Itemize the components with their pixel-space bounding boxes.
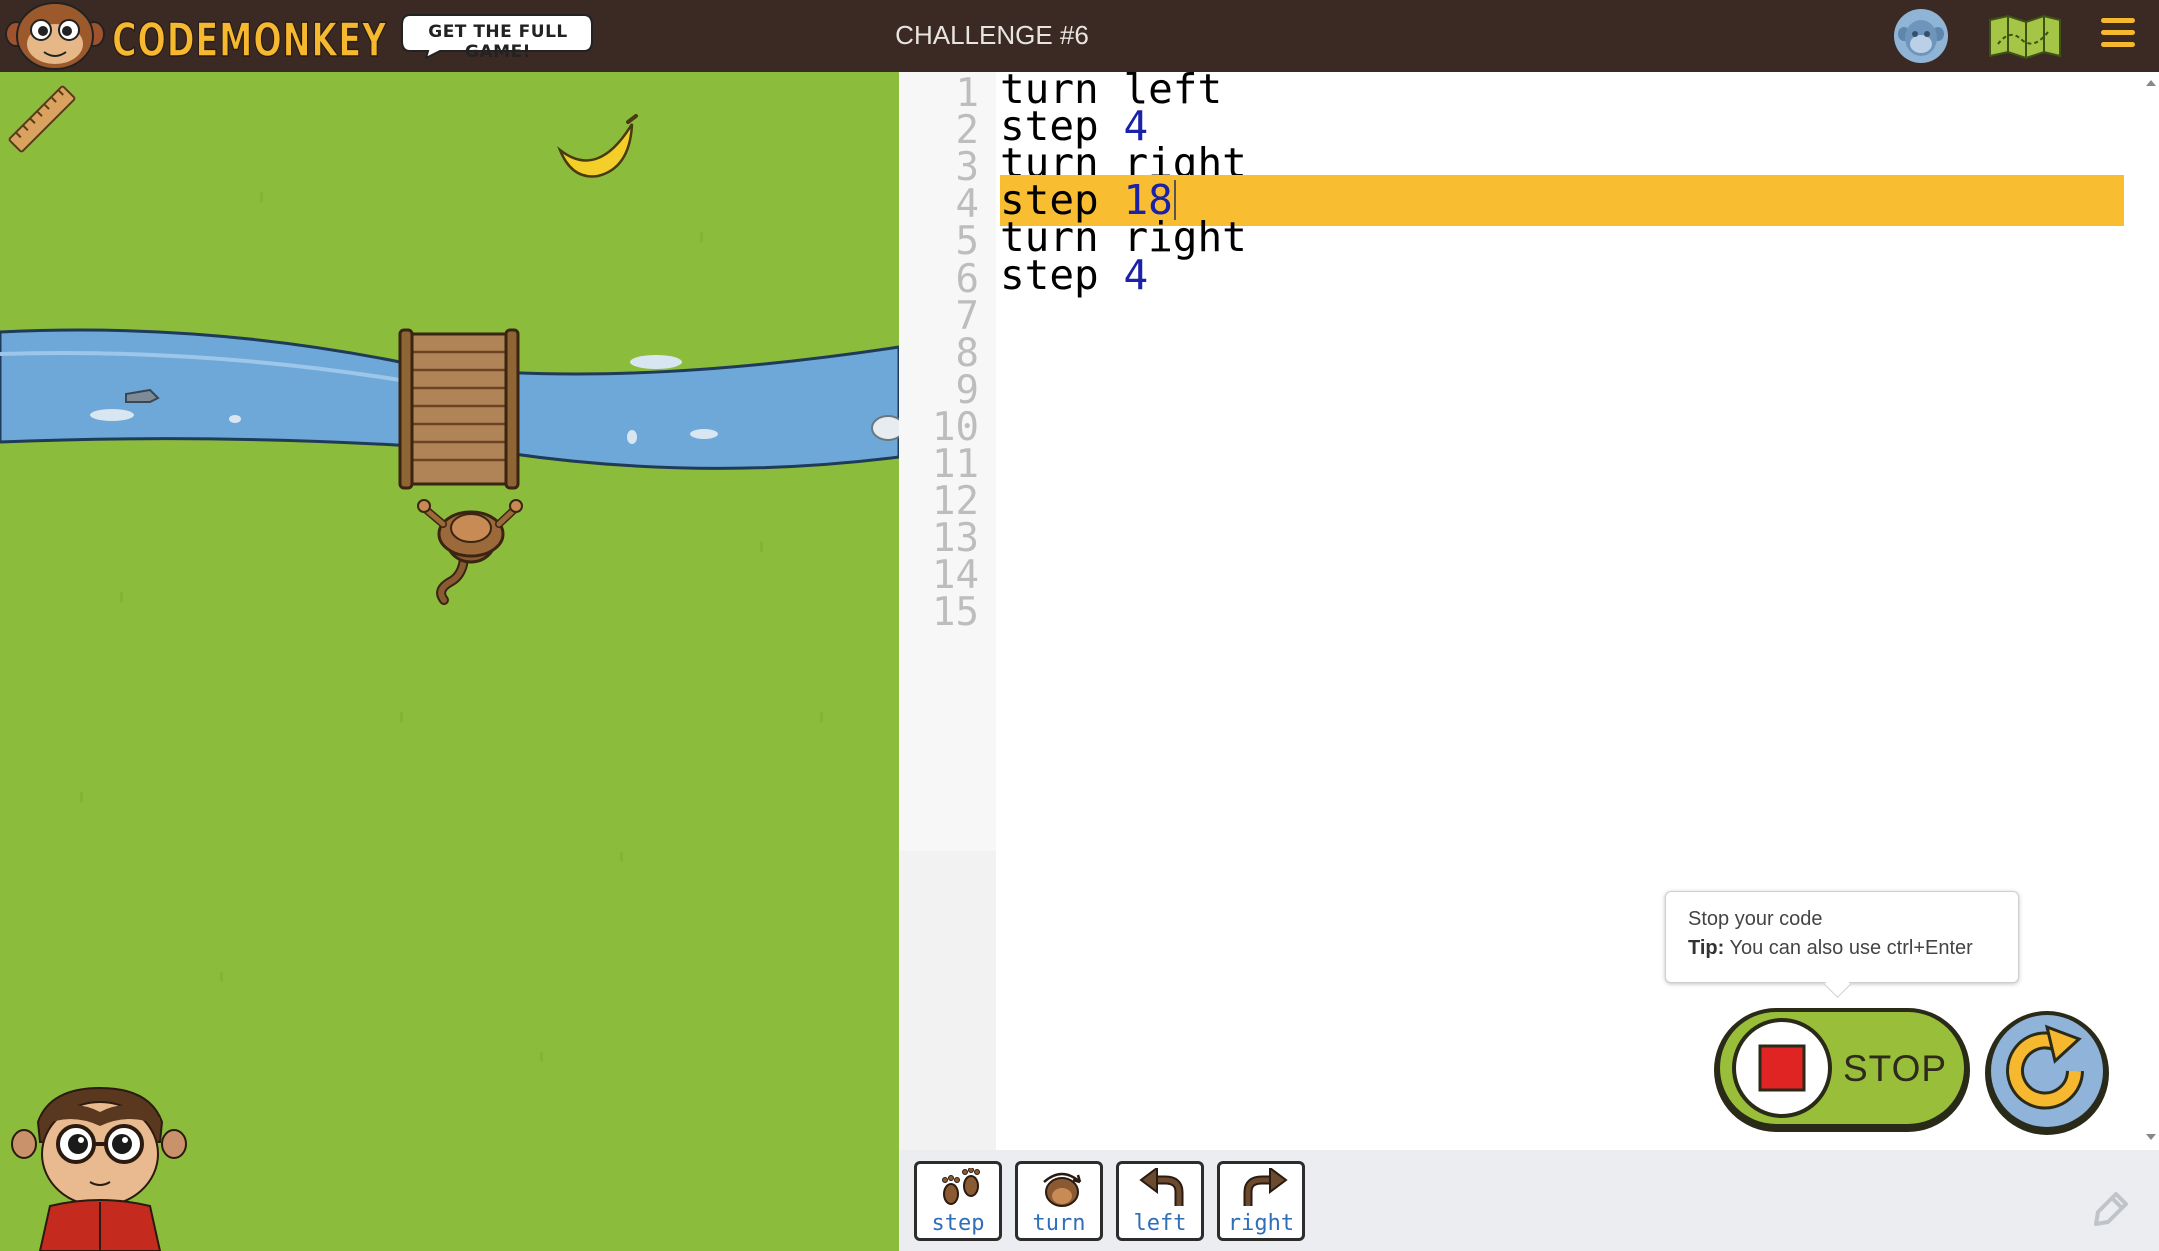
get-full-game-label: GET THE FULL GAME! bbox=[428, 22, 568, 62]
monkey-icon bbox=[417, 499, 523, 605]
stop-square-icon bbox=[1758, 1044, 1806, 1092]
line-number: 15 bbox=[932, 590, 979, 636]
turn-head-icon bbox=[1043, 1172, 1082, 1207]
step-command-label: step bbox=[931, 1211, 985, 1236]
tooltip-tip-label: Tip: bbox=[1688, 937, 1725, 959]
right-command-label: right bbox=[1227, 1211, 1295, 1236]
tooltip-tip-text: You can also use ctrl+Enter bbox=[1729, 937, 1973, 959]
codemonkey-logo[interactable]: CODEMONKEY bbox=[2, 0, 394, 72]
pencil-icon[interactable] bbox=[2092, 1188, 2132, 1228]
game-stage bbox=[0, 72, 899, 1251]
stop-label: STOP bbox=[1843, 1048, 1948, 1089]
tooltip-tip: Tip: You can also use ctrl+Enter bbox=[1688, 937, 1996, 960]
scroll-up-icon[interactable] bbox=[2146, 80, 2156, 86]
challenge-title: CHALLENGE #6 bbox=[895, 20, 1089, 50]
stop-tooltip: Stop your code Tip: You can also use ctr… bbox=[1665, 891, 2019, 983]
scroll-down-icon[interactable] bbox=[2146, 1134, 2156, 1140]
monkey-avatar-icon[interactable] bbox=[1893, 8, 1949, 64]
map-icon[interactable] bbox=[1988, 14, 2062, 60]
gutter-padding bbox=[899, 851, 996, 1150]
code-line[interactable]: step 4 bbox=[1000, 250, 2124, 301]
left-command-label: left bbox=[1133, 1211, 1187, 1236]
left-arrow-icon bbox=[1139, 1168, 1184, 1206]
hamburger-menu-icon[interactable] bbox=[2101, 18, 2135, 56]
banana-icon bbox=[557, 114, 638, 178]
command-palette: step turn left right bbox=[899, 1150, 2159, 1251]
code-command: step bbox=[1000, 250, 1099, 299]
turn-command-label: turn bbox=[1032, 1211, 1086, 1236]
get-full-game-button[interactable]: GET THE FULL GAME! bbox=[400, 11, 594, 62]
top-bar: CODEMONKEY GET THE FULL GAME! CHALLENGE … bbox=[0, 0, 2159, 72]
wooden-bridge-icon bbox=[398, 328, 520, 490]
editor-scrollbar[interactable] bbox=[2143, 72, 2159, 1150]
reset-button[interactable] bbox=[1983, 1009, 2111, 1137]
tooltip-title: Stop your code bbox=[1688, 908, 1823, 930]
right-command-button[interactable]: right bbox=[1217, 1161, 1305, 1241]
code-number-arg: 4 bbox=[1123, 250, 1149, 299]
logo-text: CODEMONKEY bbox=[112, 13, 387, 67]
ruler-icon[interactable] bbox=[8, 85, 76, 153]
right-arrow-icon bbox=[1243, 1168, 1288, 1206]
monkey-character-icon bbox=[11, 1086, 187, 1251]
code-editor[interactable]: 1 2 3 4 5 6 7 8 9 10 11 12 13 14 15 turn left step 4 tur… bbox=[899, 65, 2143, 1150]
footprints-icon bbox=[942, 1168, 980, 1205]
turn-command-button[interactable]: turn bbox=[1015, 1161, 1103, 1241]
step-command-button[interactable]: step bbox=[914, 1161, 1002, 1241]
left-command-button[interactable]: left bbox=[1116, 1161, 1204, 1241]
